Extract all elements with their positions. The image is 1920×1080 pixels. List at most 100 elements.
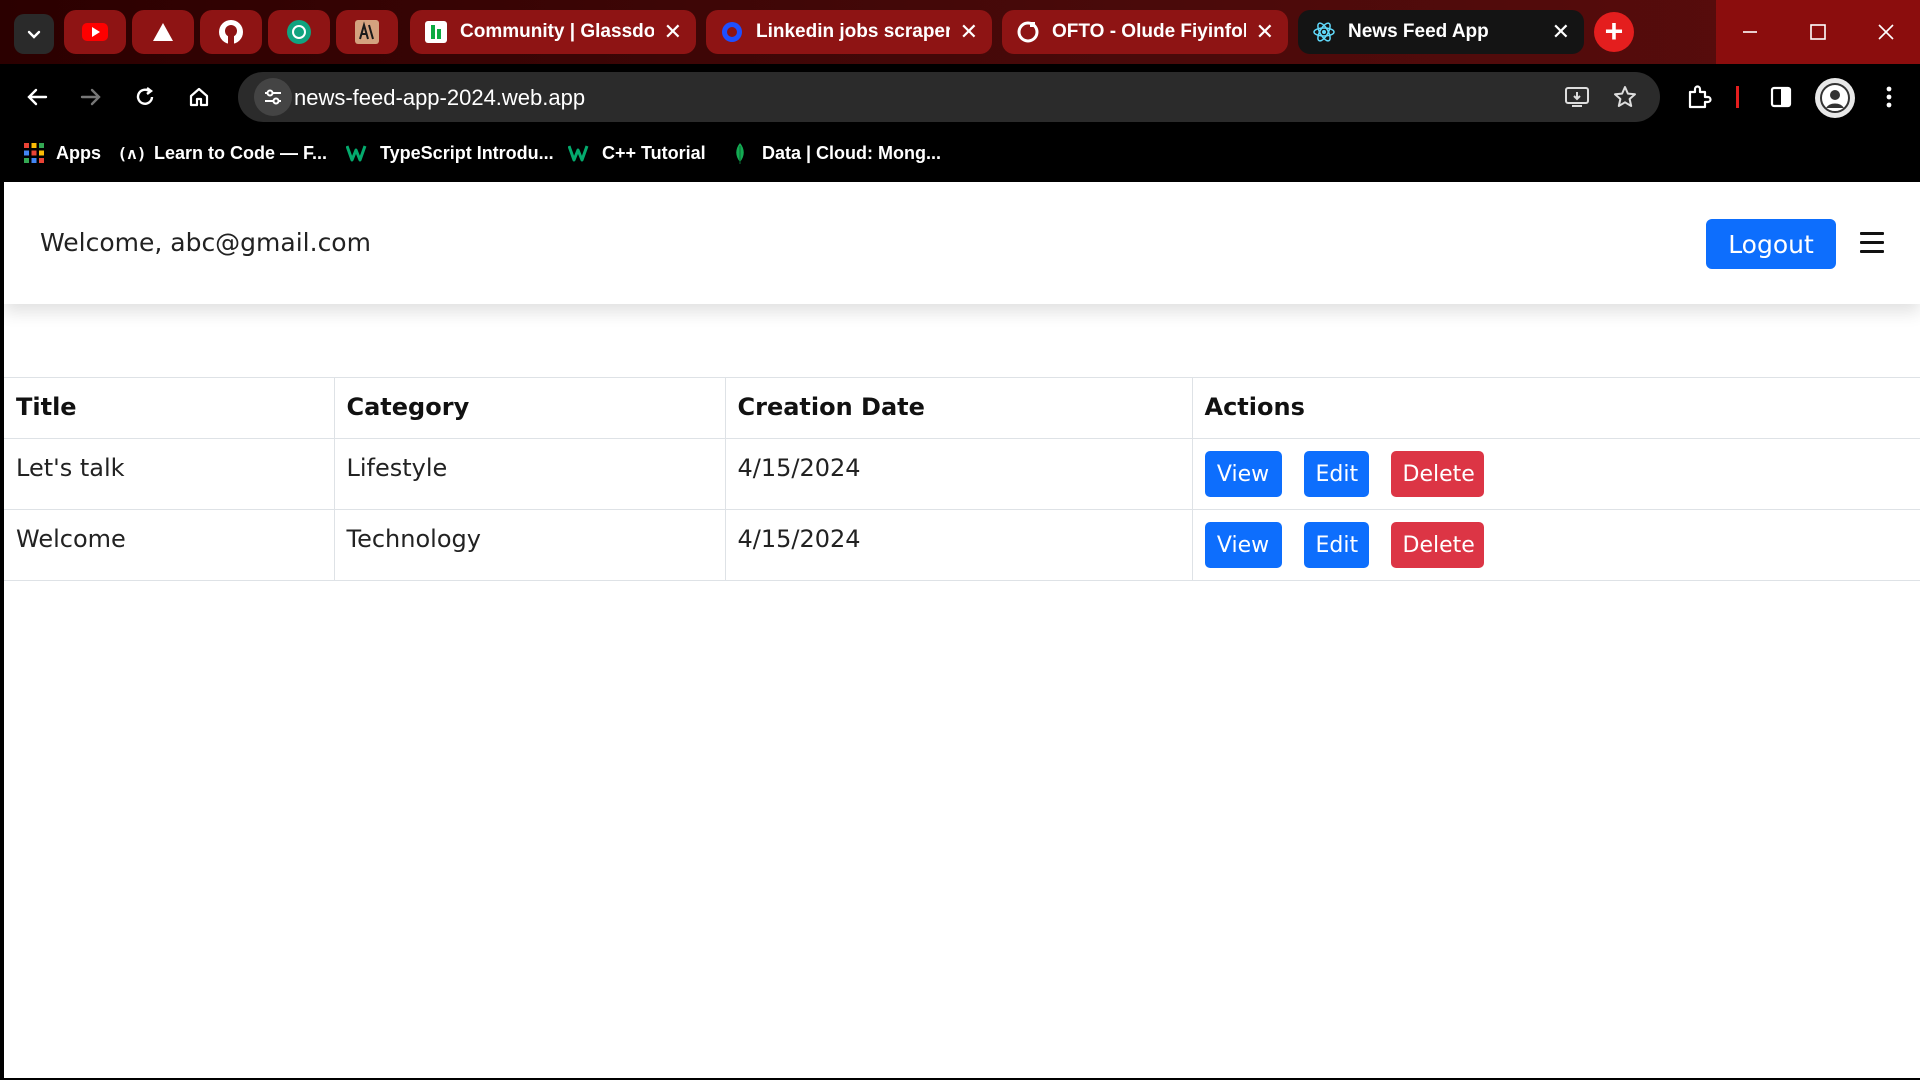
table-row: Let's talk Lifestyle 4/15/2024 View Edit D… [4,438,1920,510]
cell-title: Let's talk [4,438,335,510]
column-header-title: Title [4,377,335,439]
cell-actions: View Edit Delete [1192,509,1920,581]
bookmark-mongodb[interactable]: Data | Cloud: Mong... [728,141,941,165]
pinned-tab-github[interactable] [200,10,262,54]
freecodecamp-icon: (ʌ) [117,143,147,163]
back-button[interactable] [18,78,56,116]
view-button[interactable]: View [1204,522,1282,568]
reload-button[interactable] [126,78,164,116]
hamburger-menu-icon[interactable] [1860,232,1884,254]
side-panel-icon [1770,86,1792,108]
bookmark-label: Learn to Code — F... [154,142,328,163]
more-vertical-icon [1886,86,1892,108]
close-icon[interactable]: ✕ [1552,19,1570,45]
table-row: Welcome Technology 4/15/2024 View Edit Del… [4,509,1920,581]
delete-button[interactable]: Delete [1390,522,1484,568]
reload-icon [136,87,154,105]
forward-button[interactable] [72,78,110,116]
tab-glassdoor[interactable]: Community | Glassdoor ✕ [410,10,696,54]
tab-title: News Feed App [1348,21,1489,42]
close-icon[interactable]: ✕ [664,19,682,45]
pinned-tab-youtube[interactable] [64,10,126,54]
site-info-button[interactable] [254,78,292,116]
bookmarks-bar: Apps (ʌ) Learn to Code — F... TypeScript… [0,128,1920,182]
arrow-right-icon [80,88,101,106]
triangle-logo-icon [153,23,173,41]
edit-button[interactable]: Edit [1303,451,1369,497]
close-icon[interactable]: ✕ [1256,19,1274,45]
close-window-button[interactable] [1852,0,1920,64]
tab-linkedin-scraper[interactable]: Linkedin jobs scraper A ✕ [706,10,992,54]
home-button[interactable] [180,78,218,116]
bookmark-freecodecamp[interactable]: (ʌ) Learn to Code — F... [117,141,328,165]
cell-category: Lifestyle [334,438,726,510]
column-header-creation-date: Creation Date [725,377,1193,439]
bookmark-cpp-tutorial[interactable]: C++ Tutorial [568,141,706,165]
cell-actions: View Edit Delete [1192,438,1920,510]
w3schools-icon [346,141,370,165]
bookmark-label: Data | Cloud: Mong... [762,142,942,163]
profile-button[interactable] [1815,78,1855,118]
install-icon [1565,87,1589,107]
close-icon[interactable]: ✕ [960,19,978,45]
new-tab-button[interactable]: + [1594,12,1634,52]
cell-date: 4/15/2024 [725,509,1193,581]
scraper-logo-icon [720,20,744,44]
url-text[interactable]: news-feed-app-2024.web.app [294,85,585,111]
tab-search-button[interactable] [14,14,54,54]
close-icon [1878,24,1894,40]
home-icon [189,87,209,107]
ofto-icon [1016,20,1040,44]
minimize-button[interactable] [1716,0,1784,64]
w3schools-icon [568,141,592,165]
app-navbar: Welcome, abc@gmail.com Logout [4,182,1920,304]
news-table: Title Category Creation Date Actions Let… [4,377,1920,581]
cell-date: 4/15/2024 [725,438,1193,510]
maximize-button[interactable] [1784,0,1852,64]
tune-icon [265,89,281,105]
extension-red-divider [1736,86,1739,108]
github-icon [219,20,243,44]
minimize-icon [1743,31,1757,33]
bookmark-label: TypeScript Introdu... [380,142,554,163]
pinned-tab-anthropic[interactable] [336,10,398,54]
bookmark-apps[interactable]: Apps [22,141,101,165]
apps-grid-icon [22,141,46,165]
browser-menu-button[interactable] [1870,78,1908,116]
edit-button[interactable]: Edit [1303,522,1369,568]
column-header-actions: Actions [1192,377,1920,439]
web-page: Welcome, abc@gmail.com Logout Title Cate… [4,182,1920,1078]
chatgpt-icon [287,20,311,44]
tab-strip: Community | Glassdoor ✕ Linkedin jobs sc… [0,0,1920,64]
arrow-left-icon [27,88,48,106]
chevron-down-icon [27,30,41,39]
extensions-button[interactable] [1680,78,1718,116]
cell-category: Technology [334,509,726,581]
youtube-icon [82,23,108,41]
install-app-button[interactable] [1562,82,1592,112]
column-header-category: Category [334,377,726,439]
glassdoor-icon [424,20,448,44]
mongodb-leaf-icon [728,141,752,165]
table-header-row: Title Category Creation Date Actions [4,377,1920,439]
tab-news-feed-app[interactable]: News Feed App ✕ [1298,10,1584,54]
bookmark-typescript[interactable]: TypeScript Introdu... [346,141,554,165]
star-icon [1614,86,1636,107]
bookmark-label: Apps [56,142,101,163]
delete-button[interactable]: Delete [1390,451,1484,497]
maximize-icon [1810,24,1826,40]
address-bar[interactable]: news-feed-app-2024.web.app [238,72,1660,122]
tab-title: Linkedin jobs scraper A [756,21,950,42]
pinned-tab-drive[interactable] [132,10,194,54]
view-button[interactable]: View [1204,451,1282,497]
cell-title: Welcome [4,509,335,581]
tab-ofto[interactable]: OFTO - Olude Fiyinfolu ✕ [1002,10,1288,54]
puzzle-piece-icon [1688,85,1712,109]
react-icon [1312,20,1336,44]
tab-title: OFTO - Olude Fiyinfolu [1052,21,1246,42]
side-panel-button[interactable] [1762,78,1800,116]
avatar-icon [1820,83,1850,113]
bookmark-star-button[interactable] [1610,82,1640,112]
pinned-tab-chatgpt[interactable] [268,10,330,54]
logout-button[interactable]: Logout [1706,219,1836,269]
